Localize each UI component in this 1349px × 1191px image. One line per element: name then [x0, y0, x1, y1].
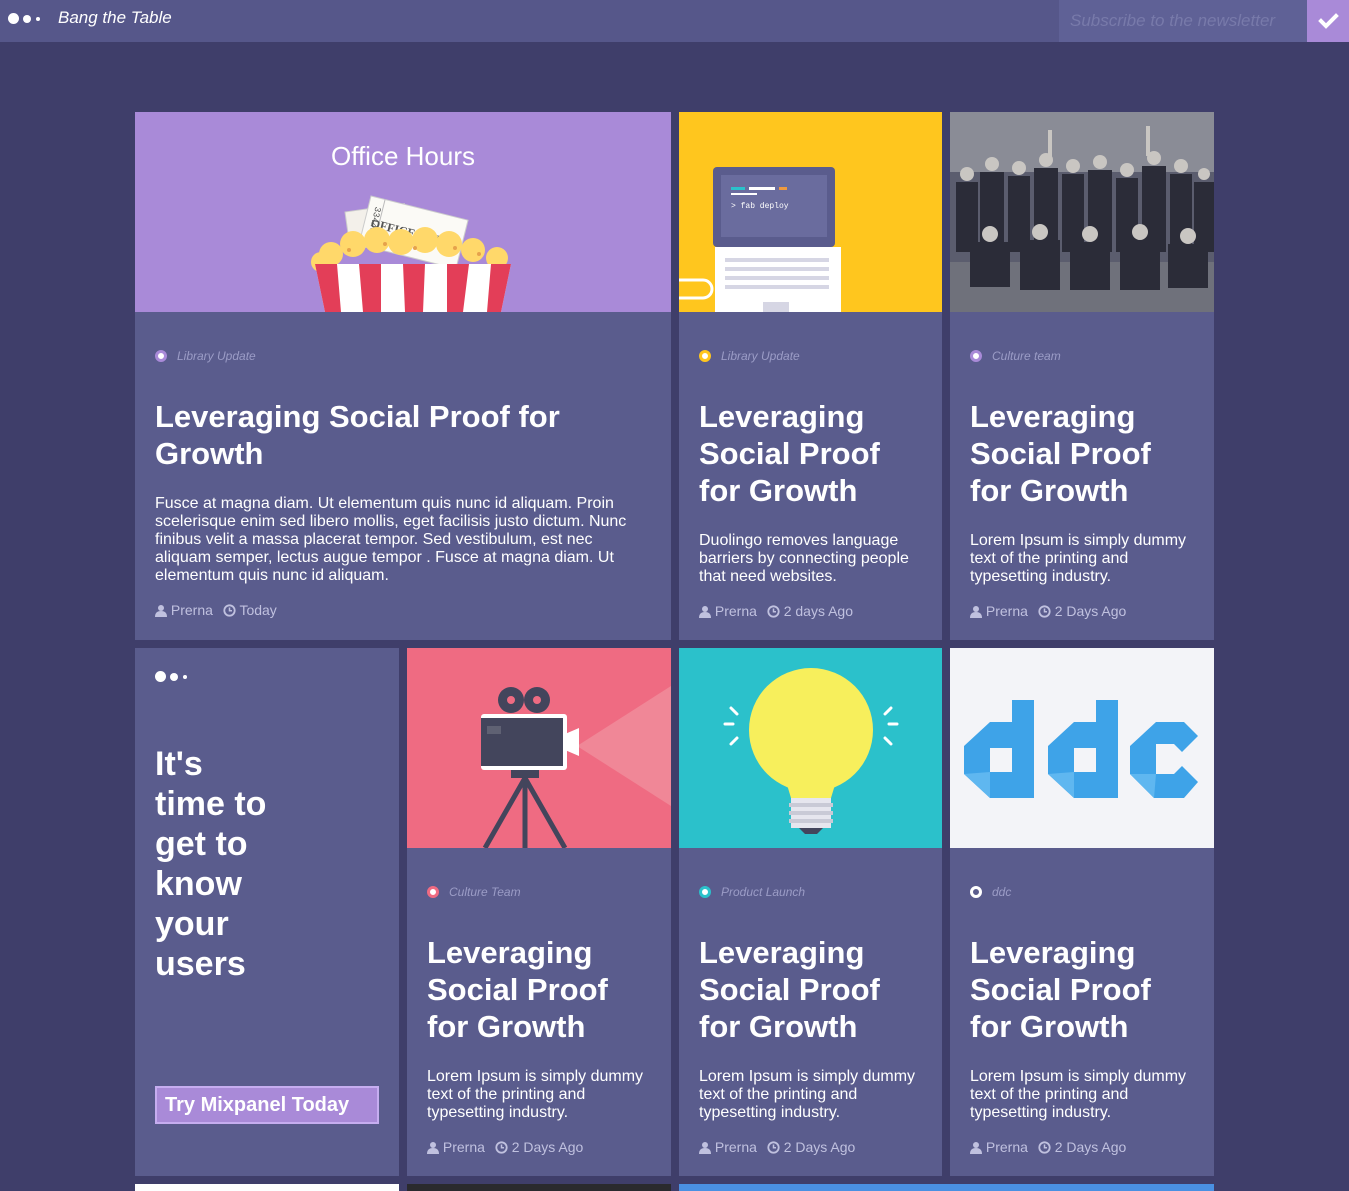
user-icon — [155, 605, 167, 617]
article-card[interactable]: Culture team Leveraging Social Proof for… — [950, 112, 1214, 640]
article-time: 2 Days Ago — [1054, 1139, 1127, 1155]
article-meta: Prerna 2 days Ago — [699, 603, 853, 619]
article-card-partial[interactable] — [679, 1184, 1214, 1191]
article-meta: Prerna 2 Days Ago — [970, 1139, 1126, 1155]
category-label[interactable]: ddc — [970, 885, 1011, 899]
article-meta: Prerna Today — [155, 602, 277, 618]
category-bullet-icon — [699, 350, 711, 362]
user-icon — [970, 606, 982, 618]
category-bullet-icon — [970, 350, 982, 362]
category-bullet-icon — [970, 886, 982, 898]
article-title[interactable]: Leveraging Social Proof for Growth — [155, 398, 595, 472]
user-icon — [699, 606, 711, 618]
user-icon — [970, 1142, 982, 1154]
user-icon — [699, 1142, 711, 1154]
article-time: 2 Days Ago — [783, 1139, 856, 1155]
category-label[interactable]: Culture Team — [427, 885, 521, 899]
article-card-partial[interactable] — [135, 1184, 399, 1191]
article-title[interactable]: Leveraging Social Proof for Growth — [699, 934, 919, 1045]
article-image-deploy: > fab deploy — [679, 112, 942, 312]
article-image-team-photo — [950, 112, 1214, 312]
category-bullet-icon — [427, 886, 439, 898]
article-description: Fusce at magna diam. Ut elementum quis n… — [155, 495, 627, 584]
image-caption: Office Hours — [331, 141, 475, 171]
category-label[interactable]: Library Update — [699, 349, 800, 363]
clock-icon — [1038, 605, 1051, 618]
article-card[interactable]: Culture Team Leveraging Social Proof for… — [407, 648, 671, 1176]
try-mixpanel-button[interactable]: Try Mixpanel Today — [155, 1086, 379, 1124]
clock-icon — [1038, 1141, 1051, 1154]
article-author: Prerna — [714, 603, 757, 619]
article-image-light-bulb — [679, 648, 942, 848]
article-description: Lorem Ipsum is simply dummy text of the … — [970, 1068, 1187, 1121]
article-time: Today — [239, 602, 277, 618]
article-time: 2 Days Ago — [511, 1139, 584, 1155]
article-title[interactable]: Leveraging Social Proof for Growth — [970, 398, 1190, 509]
clock-icon — [223, 604, 236, 617]
user-icon — [427, 1142, 439, 1154]
subscribe-submit-button[interactable] — [1307, 0, 1349, 42]
article-description: Lorem Ipsum is simply dummy text of the … — [427, 1068, 644, 1121]
category-label[interactable]: Culture team — [970, 349, 1061, 363]
clock-icon — [495, 1141, 508, 1154]
article-time: 2 days Ago — [783, 603, 853, 619]
article-description: Lorem Ipsum is simply dummy text of the … — [699, 1068, 916, 1121]
category-label[interactable]: Product Launch — [699, 885, 805, 899]
brand-name[interactable]: Bang the Table — [58, 8, 172, 28]
promo-title: It's time to get to know your users — [155, 745, 267, 983]
article-card[interactable]: ddc Leveraging Social Proof for Growth L… — [950, 648, 1214, 1176]
logo-dots-icon — [155, 671, 191, 683]
article-description: Duolingo removes language barriers by co… — [699, 532, 909, 585]
article-card[interactable]: Product Launch Leveraging Social Proof f… — [679, 648, 942, 1176]
article-title[interactable]: Leveraging Social Proof for Growth — [699, 398, 919, 509]
article-card[interactable]: > fab deploy Library Update Leveraging S… — [679, 112, 942, 640]
article-card-partial[interactable] — [407, 1184, 671, 1191]
article-title[interactable]: Leveraging Social Proof for Growth — [427, 934, 647, 1045]
article-author: Prerna — [985, 1139, 1028, 1155]
subscribe-input[interactable] — [1059, 0, 1307, 42]
logo-dots-icon[interactable] — [8, 13, 44, 25]
promo-card: It's time to get to know your users Try … — [135, 648, 399, 1176]
clock-icon — [767, 1141, 780, 1154]
category-bullet-icon — [155, 350, 167, 362]
category-bullet-icon — [699, 886, 711, 898]
article-card[interactable]: Office Hours 334432 OFFICE HOURS — [135, 112, 671, 640]
article-description: Lorem Ipsum is simply dummy text of the … — [970, 532, 1187, 585]
article-time: 2 Days Ago — [1054, 603, 1127, 619]
article-title[interactable]: Leveraging Social Proof for Growth — [970, 934, 1190, 1045]
clock-icon — [767, 605, 780, 618]
svg-text:> fab deploy: > fab deploy — [731, 202, 789, 211]
article-meta: Prerna 2 Days Ago — [427, 1139, 583, 1155]
article-meta: Prerna 2 Days Ago — [970, 603, 1126, 619]
top-bar: Bang the Table — [0, 0, 1349, 42]
article-author: Prerna — [442, 1139, 485, 1155]
article-meta: Prerna 2 Days Ago — [699, 1139, 855, 1155]
article-image-film-camera — [407, 648, 671, 848]
article-author: Prerna — [170, 602, 213, 618]
article-author: Prerna — [714, 1139, 757, 1155]
article-image-ddc-logo — [950, 648, 1214, 848]
category-label[interactable]: Library Update — [155, 349, 256, 363]
check-icon — [1318, 13, 1339, 29]
article-image-office-hours: Office Hours 334432 OFFICE HOURS — [135, 112, 671, 312]
article-author: Prerna — [985, 603, 1028, 619]
